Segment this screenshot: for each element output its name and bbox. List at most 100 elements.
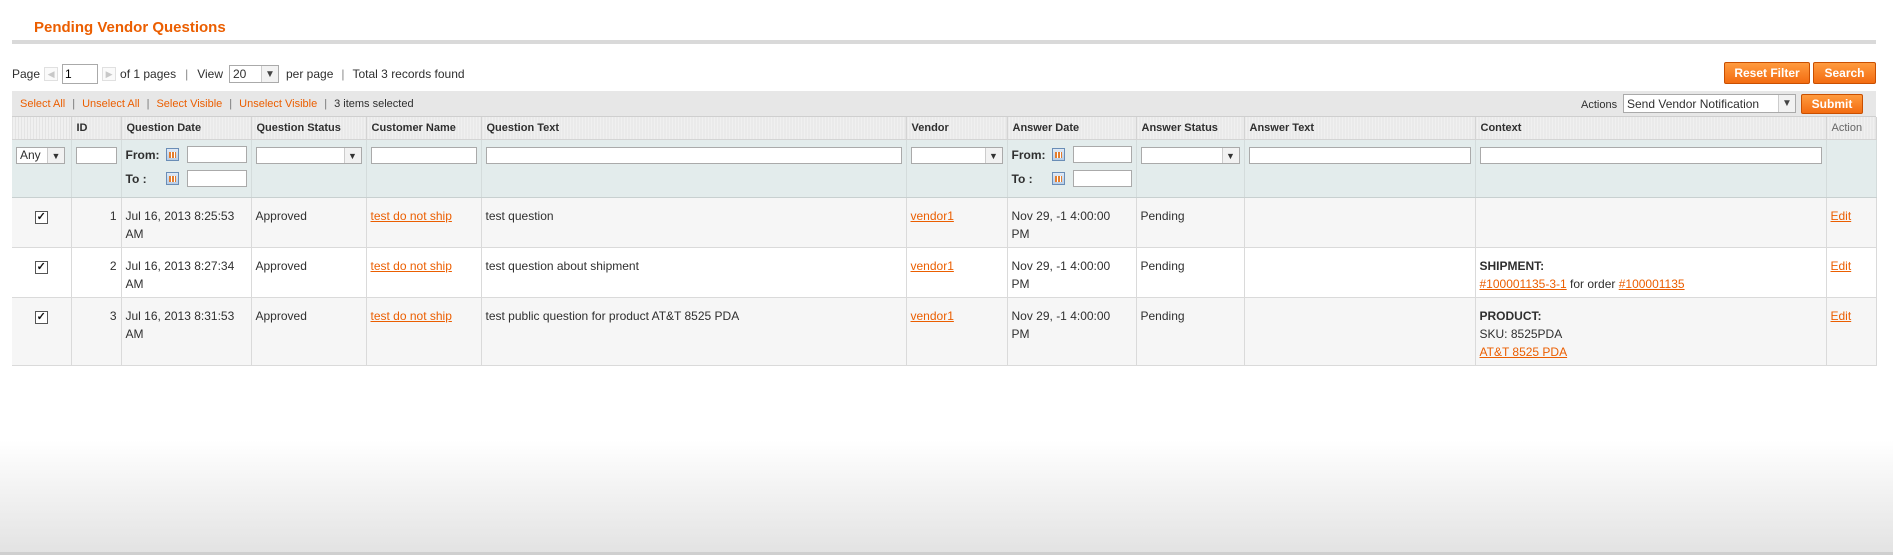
unselect-visible-link[interactable]: Unselect Visible: [239, 98, 317, 110]
cell-question-status: Approved: [251, 197, 367, 248]
select-visible-link[interactable]: Select Visible: [156, 98, 222, 110]
cell-question-text: test question about shipment: [481, 247, 907, 298]
col-header-vendor[interactable]: Vendor: [906, 117, 1008, 140]
cell-question-status: Approved: [251, 247, 367, 298]
customer-name-filter-input[interactable]: [370, 147, 477, 164]
customer-name-link[interactable]: test do not ship: [371, 209, 452, 223]
context-title: SHIPMENT:: [1479, 259, 1545, 273]
table-row: ✓ 3 Jul 16, 2013 8:31:53 AM Approved tes…: [12, 297, 1877, 366]
customer-name-link[interactable]: test do not ship: [371, 259, 452, 273]
chevron-down-icon: ▼: [343, 148, 361, 163]
row-checkbox[interactable]: ✓: [34, 261, 48, 274]
cell-context: SHIPMENT: #100001135-3-1 for order #1000…: [1475, 247, 1827, 298]
page-number-input[interactable]: [62, 64, 99, 84]
edit-link[interactable]: Edit: [1831, 259, 1852, 273]
answer-date-to-input[interactable]: [1072, 170, 1132, 187]
row-checkbox[interactable]: ✓: [34, 211, 48, 224]
row-checkbox[interactable]: ✓: [34, 311, 48, 324]
cell-question-status: Approved: [251, 297, 367, 366]
col-header-action: Action: [1826, 117, 1877, 140]
col-header-question-date[interactable]: Question Date: [121, 117, 252, 140]
context-filter-input[interactable]: [1479, 147, 1822, 164]
edit-link[interactable]: Edit: [1831, 309, 1852, 323]
of-pages-text: of 1 pages: [120, 67, 177, 81]
from-label: From:: [1011, 147, 1046, 162]
per-page-select[interactable]: 20 ▼: [229, 65, 279, 83]
to-label: To :: [1011, 171, 1033, 186]
cell-question-date: Jul 16, 2013 8:25:53 AM: [121, 197, 252, 248]
submit-button[interactable]: Submit: [1801, 94, 1863, 114]
questions-grid: ID Question Date Question Status Custome…: [12, 117, 1877, 366]
vendor-filter-select[interactable]: ▼: [910, 147, 1003, 164]
cell-answer-status: Pending: [1136, 197, 1245, 248]
question-date-from-input[interactable]: [186, 146, 247, 163]
vendor-link[interactable]: vendor1: [911, 259, 954, 273]
calendar-icon[interactable]: [165, 148, 179, 161]
context-sku: SKU: 8525PDA: [1479, 327, 1563, 341]
edit-link[interactable]: Edit: [1831, 209, 1852, 223]
question-text-filter-input[interactable]: [485, 147, 902, 164]
per-page-label: per page: [286, 67, 334, 81]
col-header-question-text[interactable]: Question Text: [481, 117, 907, 140]
calendar-icon[interactable]: [1051, 172, 1065, 185]
shipment-link[interactable]: #100001135-3-1: [1480, 277, 1567, 291]
next-page-arrow-icon[interactable]: ▶: [102, 67, 117, 81]
answer-date-from-input[interactable]: [1072, 146, 1132, 163]
cell-answer-date: Nov 29, -1 4:00:00 PM: [1007, 197, 1137, 248]
cell-answer-text: [1244, 247, 1476, 298]
prev-page-arrow-icon[interactable]: ◀: [44, 67, 59, 81]
context-line: #100001135-3-1 for order #100001135: [1479, 277, 1685, 291]
calendar-icon[interactable]: [1051, 148, 1065, 161]
col-header-context[interactable]: Context: [1475, 117, 1827, 140]
id-filter-input[interactable]: [75, 147, 117, 164]
unselect-all-link[interactable]: Unselect All: [82, 98, 139, 110]
pager: Page ◀ ▶ of 1 pages | View 20 ▼ per page…: [12, 64, 465, 84]
total-records-text: Total 3 records found: [352, 67, 465, 81]
cell-question-text: test public question for product AT&T 85…: [481, 297, 907, 366]
col-header-answer-status[interactable]: Answer Status: [1136, 117, 1245, 140]
answer-text-filter-input[interactable]: [1248, 147, 1471, 164]
cell-answer-date: Nov 29, -1 4:00:00 PM: [1007, 297, 1137, 366]
col-header-customer-name[interactable]: Customer Name: [366, 117, 482, 140]
col-header-question-status[interactable]: Question Status: [251, 117, 367, 140]
table-row: ✓ 1 Jul 16, 2013 8:25:53 AM Approved tes…: [12, 197, 1877, 248]
calendar-icon[interactable]: [165, 172, 179, 185]
product-link[interactable]: AT&T 8525 PDA: [1480, 345, 1568, 359]
cell-id: 1: [71, 197, 122, 248]
search-button[interactable]: Search: [1813, 62, 1876, 84]
view-label: View: [197, 67, 223, 81]
vendor-link[interactable]: vendor1: [911, 309, 954, 323]
title-divider: [12, 40, 1876, 44]
answer-status-filter-select[interactable]: ▼: [1140, 147, 1240, 164]
table-row: ✓ 2 Jul 16, 2013 8:27:34 AM Approved tes…: [12, 247, 1877, 298]
cell-question-date: Jul 16, 2013 8:31:53 AM: [121, 297, 252, 366]
from-label: From:: [125, 147, 160, 162]
filter-row: Any ▼ From: To : ▼ ▼ From: To: ▼: [12, 139, 1877, 198]
cell-answer-text: [1244, 297, 1476, 366]
customer-name-link[interactable]: test do not ship: [371, 309, 452, 323]
pager-divider: |: [341, 67, 345, 81]
chevron-down-icon: ▼: [47, 148, 64, 163]
question-status-filter-select[interactable]: ▼: [255, 147, 362, 164]
vendor-link[interactable]: vendor1: [911, 209, 954, 223]
actions-select[interactable]: Send Vendor Notification ▼: [1623, 94, 1796, 113]
massaction-bar: Select All | Unselect All | Select Visible | U…: [12, 91, 1876, 117]
chevron-down-icon: ▼: [1221, 148, 1239, 163]
any-select[interactable]: Any ▼: [16, 147, 65, 164]
col-header-answer-date[interactable]: Answer Date: [1007, 117, 1137, 140]
select-all-link[interactable]: Select All: [20, 98, 65, 110]
col-header-select: [12, 117, 72, 140]
cell-id: 3: [71, 297, 122, 366]
chevron-down-icon: ▼: [261, 66, 278, 82]
col-header-answer-text[interactable]: Answer Text: [1244, 117, 1476, 140]
cell-context: PRODUCT: SKU: 8525PDA AT&T 8525 PDA: [1475, 297, 1827, 366]
question-date-to-input[interactable]: [186, 170, 247, 187]
to-label: To :: [125, 171, 147, 186]
cell-question-text: test question: [481, 197, 907, 248]
page-title: Pending Vendor Questions: [34, 19, 226, 36]
order-link[interactable]: #100001135: [1619, 277, 1685, 291]
col-header-id[interactable]: ID: [71, 117, 122, 140]
cell-id: 2: [71, 247, 122, 298]
reset-filter-button[interactable]: Reset Filter: [1724, 62, 1810, 84]
chevron-down-icon: ▼: [1778, 95, 1795, 112]
